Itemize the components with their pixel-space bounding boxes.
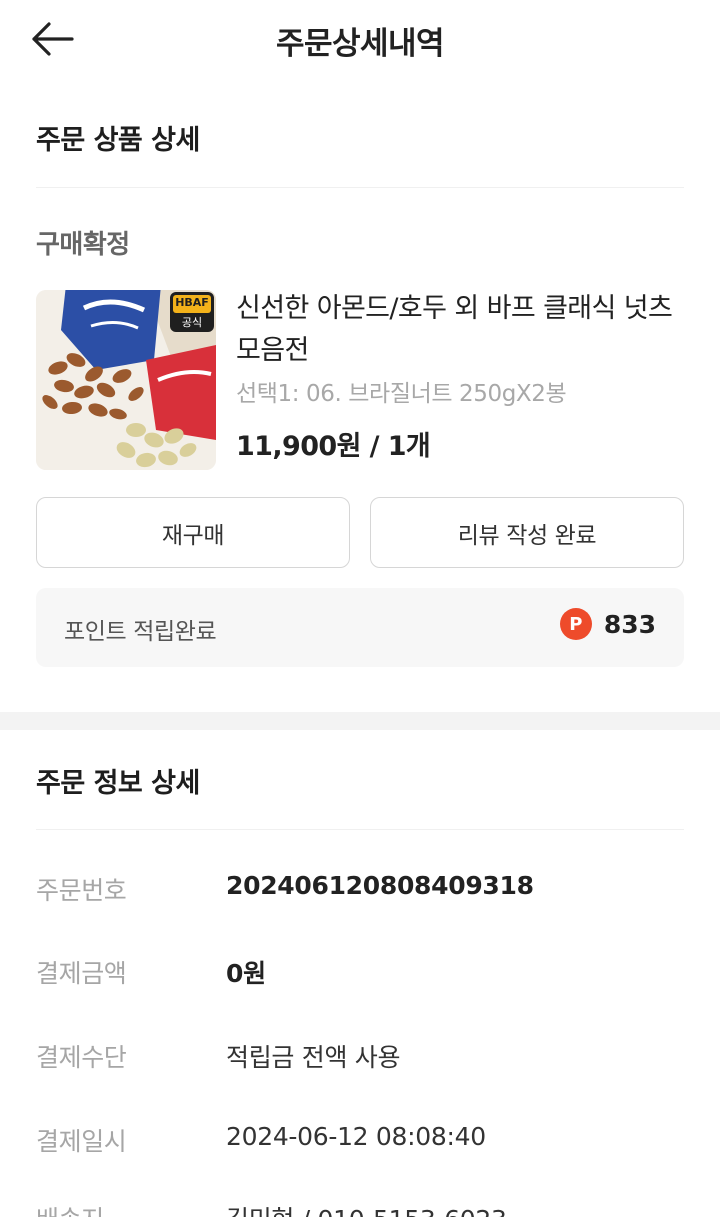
brand-badge-text: HBAF — [175, 296, 209, 309]
top-app-bar: 주문상세내역 — [0, 0, 720, 82]
info-label: 결제수단 — [36, 1043, 127, 1072]
order-number-row: 주문번호 20240612080840​9318 — [36, 871, 684, 911]
info-label: 결제금액 — [36, 959, 127, 988]
points-amount: P 833 — [559, 608, 656, 640]
official-badge-text: 공식 — [181, 316, 203, 329]
payment-date-row: 결제일시 2024-06-12 08:08:40 — [36, 1122, 684, 1162]
points-label: 포인트 적립완료 — [64, 619, 217, 645]
info-label: 배송지 — [36, 1200, 104, 1217]
divider — [36, 829, 684, 830]
order-product-section-title: 주문 상품 상세 — [36, 125, 200, 156]
shipping-address-row: 배송지 김미현 / 010-5153-6023 — [36, 1200, 684, 1217]
shipping-address-value: 김미현 / 010-5153-6023 — [226, 1200, 507, 1217]
product-option: 선택1: 06. 브라질너트 250gX2봉 — [236, 381, 567, 407]
section-divider — [0, 712, 720, 730]
payment-amount-value: 0원 — [226, 959, 266, 988]
review-done-button[interactable]: 리뷰 작성 완료 — [370, 497, 684, 568]
payment-method-row: 결제수단 적립금 전액 사용 — [36, 1038, 684, 1078]
info-label: 주문번호 — [36, 876, 127, 905]
product-price: 11,900원 / 1개 — [236, 431, 431, 462]
points-earned-box: 포인트 적립완료 P 833 — [36, 588, 684, 667]
payment-amount-row: 결제금액 0원 — [36, 954, 684, 994]
payment-date-value: 2024-06-12 08:08:40 — [226, 1122, 486, 1151]
divider — [36, 187, 684, 188]
product-name[interactable]: 신선한 아몬드/호두 외 바프 클래식 넛츠 모음전 — [236, 288, 676, 372]
payment-method-value: 적립금 전액 사용 — [226, 1043, 401, 1072]
order-number-value: 20240612080840​9318 — [226, 871, 534, 900]
order-status-label: 구매확정 — [36, 230, 130, 260]
info-label: 결제일시 — [36, 1127, 127, 1156]
product-image[interactable]: HBAF 공식 — [36, 290, 216, 470]
page-title: 주문상세내역 — [275, 26, 445, 62]
point-icon: P — [559, 608, 592, 640]
rebuy-button[interactable]: 재구매 — [36, 497, 350, 568]
points-value: 833 — [603, 609, 656, 639]
order-info-section-title: 주문 정보 상세 — [36, 768, 200, 799]
